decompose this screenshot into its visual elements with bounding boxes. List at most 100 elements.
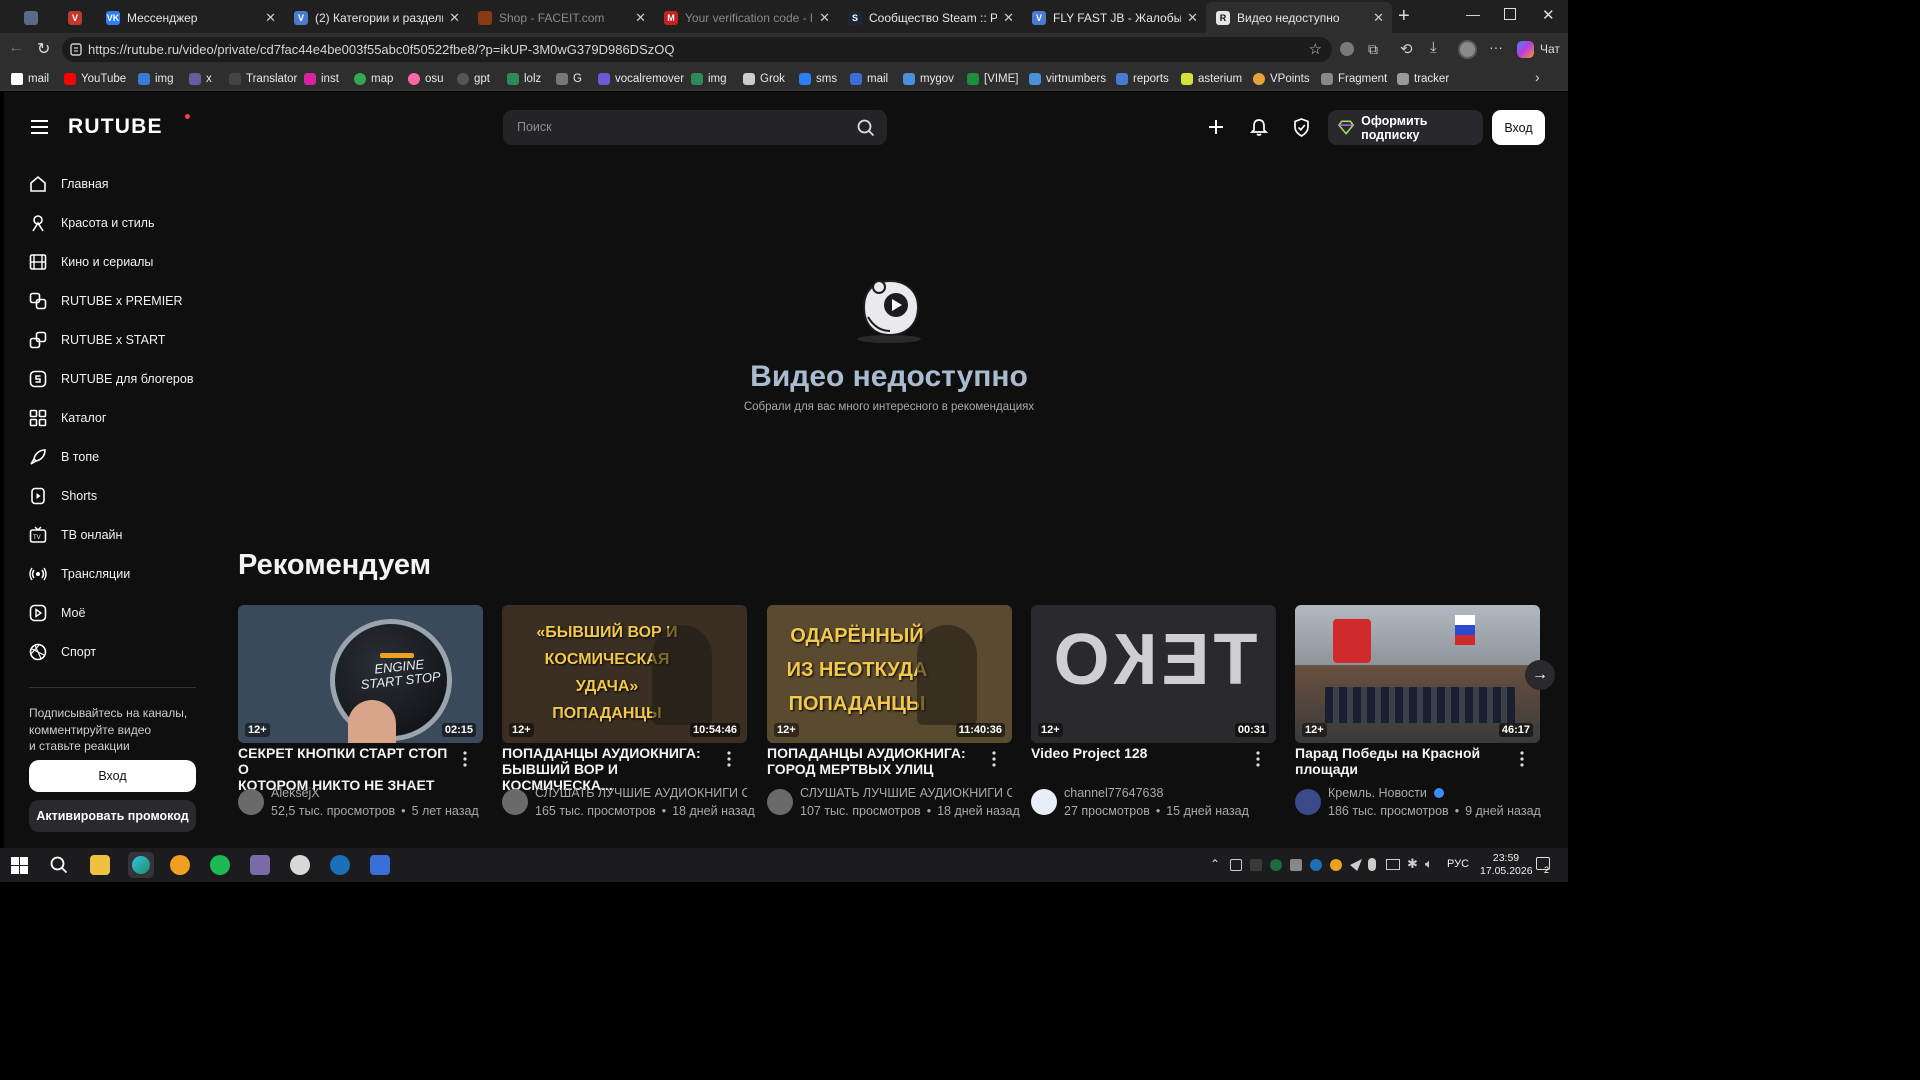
network-icon[interactable] xyxy=(1386,859,1400,870)
subscribe-button[interactable]: Оформить подписку xyxy=(1328,110,1483,145)
close-icon[interactable]: ✕ xyxy=(819,10,830,26)
sidebar-item-sport[interactable]: Спорт xyxy=(29,637,96,667)
tray-icon[interactable] xyxy=(1290,859,1302,871)
sidebar-item-top[interactable]: В топе xyxy=(29,442,99,472)
bookmark-item[interactable]: mygov xyxy=(903,70,954,87)
bookmark-item[interactable]: [VIME] xyxy=(967,70,1019,87)
browser-tab[interactable]: M Your verification code - lisharfa ✕ xyxy=(654,2,838,33)
browser-tab[interactable]: V (2) Категории и разделы - Vim ✕ xyxy=(284,2,468,33)
url-field[interactable]: https://rutube.ru/video/private/cd7fac44… xyxy=(62,37,1332,62)
language-indicator[interactable]: РУС xyxy=(1447,858,1469,870)
video-more-icon[interactable] xyxy=(1519,751,1525,767)
channel-avatar[interactable] xyxy=(1031,789,1057,815)
bookmark-item[interactable]: mail xyxy=(11,70,49,87)
rutube-logo[interactable]: RUTUBE xyxy=(68,115,163,139)
video-thumbnail[interactable]: 12+ 46:17 xyxy=(1295,605,1540,743)
channel-avatar[interactable] xyxy=(238,789,264,815)
video-thumbnail[interactable]: ENGINE START STOP 12+ 02:15 xyxy=(238,605,483,743)
minimize-icon[interactable]: — xyxy=(1466,6,1480,22)
browser-tab-pinned[interactable] xyxy=(14,2,52,33)
reload-icon[interactable]: ↻ xyxy=(37,39,50,59)
tray-icon[interactable] xyxy=(1310,859,1322,871)
bookmark-item[interactable]: inst xyxy=(304,70,339,87)
channel-name[interactable]: СЛУШАТЬ ЛУЧШИЕ АУДИОКНИГИ О... xyxy=(800,786,1012,800)
search-icon[interactable] xyxy=(857,119,875,137)
video-thumbnail[interactable]: ОДАРЁННЫЙ ИЗ НЕОТКУДА ПОПАДАНЦЫ 12+ 11:40:… xyxy=(767,605,1012,743)
search-icon[interactable] xyxy=(50,856,68,874)
new-tab-icon[interactable]: + xyxy=(1398,6,1410,26)
bookmark-item[interactable]: gpt xyxy=(457,70,490,87)
channel-name[interactable]: AleksejX xyxy=(271,786,483,800)
bookmark-item[interactable]: VPoints xyxy=(1253,70,1310,87)
chevron-up-icon[interactable]: ⌃ xyxy=(1210,857,1220,871)
channel-name[interactable]: channel77647638 xyxy=(1064,786,1276,800)
bookmark-item[interactable]: img xyxy=(138,70,174,87)
sidebar-item-tv[interactable]: TV ТВ онлайн xyxy=(29,520,122,550)
video-title[interactable]: Video Project 128 xyxy=(1031,745,1241,761)
browser-tab-active[interactable]: R Видео недоступно ✕ xyxy=(1206,2,1392,33)
history-icon[interactable]: ⟲ xyxy=(1400,40,1413,58)
channel-avatar[interactable] xyxy=(1295,789,1321,815)
shield-check-icon[interactable] xyxy=(1293,118,1310,137)
tray-icon[interactable] xyxy=(1230,859,1242,871)
header-login-button[interactable]: Вход xyxy=(1492,110,1545,145)
video-thumbnail[interactable]: «БЫВШИЙ ВОР И КОСМИЧЕСКАЯ УДАЧА» ПОПАДАН… xyxy=(502,605,747,743)
video-more-icon[interactable] xyxy=(991,751,997,767)
close-icon[interactable]: ✕ xyxy=(1187,10,1198,26)
bell-icon[interactable] xyxy=(1250,118,1268,137)
sidebar-item-beauty[interactable]: Красота и стиль xyxy=(29,208,154,238)
bookmark-item[interactable]: Fragment xyxy=(1321,70,1387,87)
extension-icon[interactable] xyxy=(1340,42,1354,56)
carousel-next-button[interactable]: → xyxy=(1525,660,1555,690)
bookmark-item[interactable]: sms xyxy=(799,70,837,87)
close-icon[interactable]: ✕ xyxy=(635,10,646,26)
sidebar-item-cinema[interactable]: Кино и сериалы xyxy=(29,247,153,277)
video-title[interactable]: Парад Победы на Красной площади xyxy=(1295,745,1505,777)
bookmark-item[interactable]: map xyxy=(354,70,393,87)
bookmark-item[interactable]: vocalremover xyxy=(598,70,684,87)
tray-icon[interactable] xyxy=(1250,859,1262,871)
sidebar-item-broadcasts[interactable]: Трансляции xyxy=(29,559,130,589)
close-icon[interactable]: ✕ xyxy=(1373,10,1384,26)
edge-taskbar-active[interactable] xyxy=(128,852,154,878)
spotify-icon[interactable] xyxy=(210,855,230,875)
bookmark-item[interactable]: virtnumbers xyxy=(1029,70,1106,87)
search-input[interactable]: Поиск xyxy=(503,110,887,145)
browser-tab[interactable]: V FLY FAST JB - Жалобы на игрок ✕ xyxy=(1022,2,1206,33)
telegram-icon[interactable] xyxy=(1350,859,1362,871)
extensions-puzzle-icon[interactable]: ⧉ xyxy=(1368,41,1378,58)
app-icon[interactable] xyxy=(250,855,270,875)
bookmark-item[interactable]: tracker xyxy=(1397,70,1449,87)
close-icon[interactable]: ✕ xyxy=(1003,10,1014,26)
bluetooth-icon[interactable]: ✱ xyxy=(1407,856,1418,872)
browser-tab[interactable]: Shop - FACEIT.com ✕ xyxy=(468,2,654,33)
bookmark-item[interactable]: Translator xyxy=(229,70,297,87)
video-more-icon[interactable] xyxy=(462,751,468,767)
close-icon[interactable]: ✕ xyxy=(265,10,276,26)
window-close-icon[interactable]: ✕ xyxy=(1542,6,1555,24)
sidebar-item-bloggers[interactable]: RUTUBE для блогеров xyxy=(29,364,193,394)
sidebar-item-shorts[interactable]: Shorts xyxy=(29,481,97,511)
steam-icon[interactable] xyxy=(330,855,350,875)
bookmark-item[interactable]: Grok xyxy=(743,70,785,87)
channel-name[interactable]: Кремль. Новости xyxy=(1328,786,1540,800)
video-more-icon[interactable] xyxy=(726,751,732,767)
windows-start-icon[interactable] xyxy=(11,857,28,874)
restore-icon[interactable] xyxy=(1504,8,1516,20)
activate-promocode-button[interactable]: Активировать промокод xyxy=(29,800,196,832)
bookmark-item[interactable]: lolz xyxy=(507,70,541,87)
chevron-right-icon[interactable]: › xyxy=(1535,69,1540,85)
video-thumbnail[interactable]: ТЕКО 12+ 00:31 xyxy=(1031,605,1276,743)
more-menu-icon[interactable]: ··· xyxy=(1489,39,1503,55)
favorite-star-icon[interactable]: ☆ xyxy=(1309,40,1322,58)
back-icon[interactable]: ← xyxy=(8,39,24,57)
channel-name[interactable]: СЛУШАТЬ ЛУЧШИЕ АУДИОКНИГИ О... xyxy=(535,786,747,800)
app-icon[interactable] xyxy=(290,855,310,875)
sidebar-item-catalog[interactable]: Каталог xyxy=(29,403,106,433)
microphone-icon[interactable] xyxy=(1368,858,1376,871)
sidebar-item-home[interactable]: Главная xyxy=(29,169,109,199)
browser-tab[interactable]: S Сообщество Steam :: PowerWa ✕ xyxy=(838,2,1022,33)
channel-avatar[interactable] xyxy=(767,789,793,815)
tray-icon[interactable] xyxy=(1270,859,1282,871)
close-icon[interactable]: ✕ xyxy=(449,10,460,26)
